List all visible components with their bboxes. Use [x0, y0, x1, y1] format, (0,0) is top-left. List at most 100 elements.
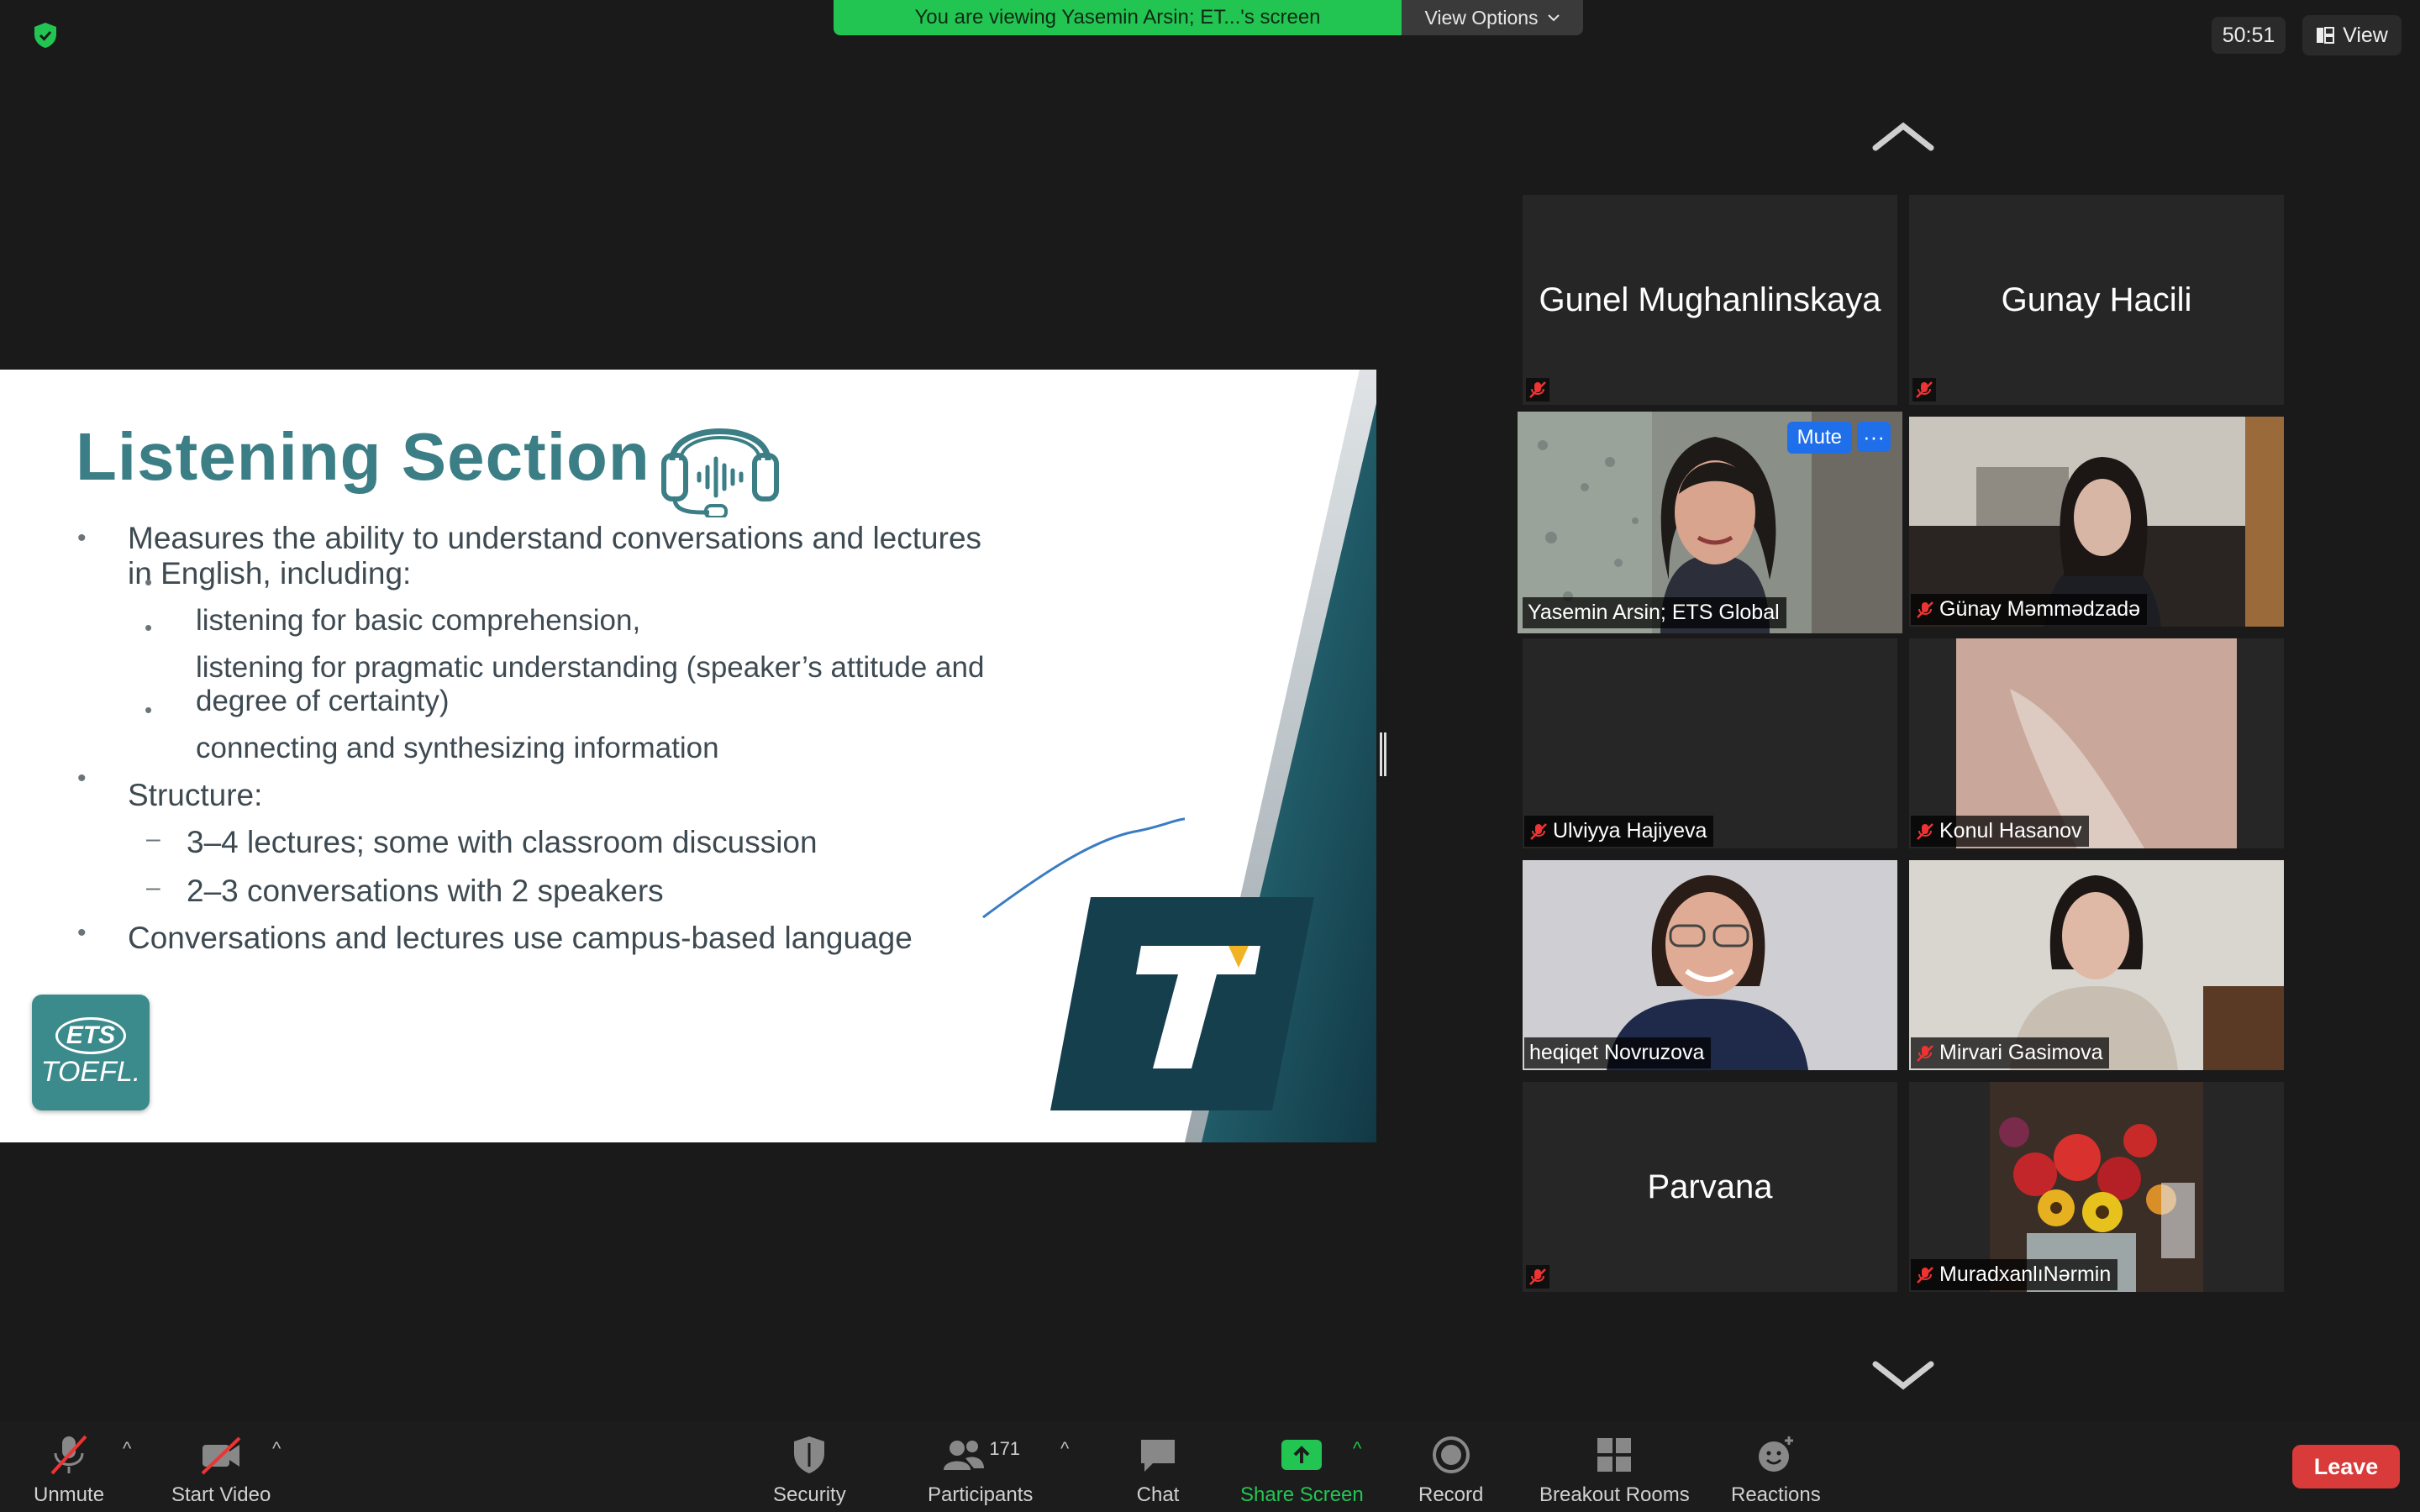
gallery-scroll-down-button[interactable] — [1872, 1359, 1934, 1393]
timer-text: 50:51 — [2222, 23, 2275, 47]
muted-mic-icon — [1917, 1266, 1933, 1284]
participant-label: Yasemin Arsin; ETS Global — [1523, 597, 1786, 628]
bullet-2: Structure: — [128, 778, 263, 812]
sub-bullet-dot: • — [145, 615, 153, 640]
security-label: Security — [773, 1483, 846, 1506]
chat-button[interactable]: Chat — [1134, 1433, 1181, 1507]
participant-name: Gunel Mughanlinskaya — [1539, 281, 1881, 318]
view-options-label: View Options — [1424, 6, 1539, 29]
muted-mic-icon — [50, 1435, 87, 1475]
mute-participant-button[interactable]: Mute — [1786, 422, 1852, 454]
view-options-button[interactable]: View Options — [1402, 0, 1583, 35]
participant-label: MuradxanlıNərmin — [1911, 1259, 2118, 1290]
sub-bullet-2-line-1: listening for pragmatic understanding (s… — [196, 651, 985, 684]
start-video-label: Start Video — [171, 1483, 271, 1506]
participant-label: Günay Məmmədzadə — [1911, 594, 2148, 625]
sub-bullet-2-line-2: degree of certainty) — [196, 685, 450, 717]
breakout-rooms-label: Breakout Rooms — [1539, 1483, 1690, 1506]
ets-logo-text: ETS — [55, 1016, 127, 1054]
video-off-icon — [201, 1436, 241, 1475]
participant-tile[interactable]: Mirvari Gasimova — [1909, 860, 2284, 1070]
breakout-rooms-button[interactable]: Breakout Rooms — [1539, 1433, 1690, 1507]
meeting-toolbar: Unmute ^ Start Video ^ Security 171 Part… — [0, 1421, 2420, 1512]
participant-name: Yasemin Arsin; ETS Global — [1528, 601, 1780, 624]
participant-tile[interactable]: Parvana — [1523, 1082, 1897, 1292]
share-screen-label: Share Screen — [1240, 1483, 1364, 1506]
chevron-down-icon — [1872, 1361, 1934, 1390]
record-icon — [1432, 1436, 1470, 1473]
muted-mic-icon — [1912, 378, 1936, 402]
share-options-caret[interactable]: ^ — [1353, 1438, 1361, 1460]
participant-name: Gunay Hacili — [2001, 281, 2192, 318]
dash-item-1: 3–4 lectures; some with classroom discus… — [187, 825, 818, 859]
participant-tile[interactable]: Günay Məmmədzadə — [1909, 417, 2284, 627]
bullet-dot: • — [77, 919, 87, 947]
toefl-logo-text: TOEFL. — [40, 1055, 141, 1088]
view-button[interactable]: View — [2302, 15, 2402, 55]
share-screen-button[interactable]: Share Screen — [1240, 1433, 1364, 1507]
chevron-down-icon — [1547, 14, 1560, 22]
muted-mic-icon — [1917, 822, 1933, 840]
sub-bullet-3: connecting and synthesizing information — [196, 732, 719, 764]
security-button[interactable]: Security — [773, 1433, 846, 1507]
muted-mic-icon — [1526, 1265, 1549, 1289]
participants-icon-group: 171 — [940, 1433, 1020, 1483]
participant-tile[interactable]: Ulviyya Hajiyeva — [1523, 638, 1897, 848]
more-options-button[interactable]: ··· — [1857, 422, 1891, 452]
sub-bullet-dot: • — [145, 570, 153, 595]
participant-tile[interactable]: MuradxanlıNərmin — [1909, 1082, 2284, 1292]
leave-button[interactable]: Leave — [2292, 1445, 2400, 1488]
participant-name: Günay Məmmədzadə — [1939, 597, 2141, 621]
audio-options-caret[interactable]: ^ — [123, 1438, 131, 1460]
shield-icon — [794, 1436, 825, 1473]
participant-name: MuradxanlıNərmin — [1939, 1263, 2112, 1286]
participants-icon — [944, 1441, 985, 1470]
banner-text: You are viewing Yasemin Arsin; ET...'s s… — [914, 6, 1321, 29]
chat-icon — [1141, 1440, 1175, 1472]
headset-icon — [661, 428, 779, 517]
participant-name: Ulviyya Hajiyeva — [1553, 819, 1707, 843]
muted-mic-icon — [1917, 601, 1933, 618]
reactions-icon — [1759, 1436, 1794, 1472]
participant-name: heqiqet Novruzova — [1529, 1041, 1705, 1064]
participant-label: Ulviyya Hajiyeva — [1524, 816, 1714, 847]
participant-tile[interactable]: heqiqet Novruzova — [1523, 860, 1897, 1070]
active-speaker-tile[interactable]: Mute ··· Yasemin Arsin; ETS Global — [1518, 412, 1902, 633]
record-button[interactable]: Record — [1418, 1433, 1483, 1507]
bullet-dot: • — [77, 764, 87, 792]
participant-name: Konul Hasanov — [1939, 819, 2082, 843]
dash-bullet: – — [146, 825, 160, 853]
dash-item-2: 2–3 conversations with 2 speakers — [187, 874, 664, 908]
screen-share-banner: You are viewing Yasemin Arsin; ET...'s s… — [834, 0, 1402, 35]
toefl-logo: ETS TOEFL. — [32, 995, 150, 1110]
record-label: Record — [1418, 1483, 1484, 1506]
participants-options-caret[interactable]: ^ — [1060, 1438, 1069, 1460]
gallery-scroll-up-button[interactable] — [1872, 119, 1934, 153]
chat-label: Chat — [1136, 1483, 1180, 1506]
participant-name: Mirvari Gasimova — [1939, 1041, 2103, 1064]
shared-screen-slide[interactable]: Listening Section • Measures the ability… — [0, 370, 1376, 1142]
panel-resize-handle[interactable] — [1380, 732, 1386, 776]
breakout-rooms-icon — [1597, 1438, 1632, 1472]
video-options-caret[interactable]: ^ — [272, 1438, 281, 1460]
bullet-1-line-2: in English, including: — [128, 556, 412, 591]
slide-title: Listening Section — [76, 419, 650, 494]
sub-bullet-1: listening for basic comprehension, — [196, 604, 641, 637]
dash-bullet: – — [146, 874, 160, 901]
unmute-label: Unmute — [34, 1483, 105, 1506]
reactions-button[interactable]: Reactions — [1731, 1433, 1821, 1507]
start-video-button[interactable]: Start Video — [171, 1433, 271, 1507]
participant-tile[interactable]: Konul Hasanov — [1909, 638, 2284, 848]
participant-tile[interactable]: Gunel Mughanlinskaya — [1523, 195, 1897, 405]
view-layout-icon — [2317, 27, 2335, 44]
participant-label: heqiqet Novruzova — [1524, 1037, 1712, 1068]
participants-label: Participants — [928, 1483, 1034, 1506]
participants-button[interactable]: 171 Participants — [928, 1433, 1033, 1507]
unmute-button[interactable]: Unmute — [34, 1433, 104, 1507]
participant-name: Parvana — [1647, 1168, 1773, 1205]
participant-label: Konul Hasanov — [1911, 816, 2089, 847]
participant-tile[interactable]: Gunay Hacili — [1909, 195, 2284, 405]
muted-mic-icon — [1917, 1044, 1933, 1062]
encryption-shield-icon[interactable] — [30, 20, 60, 50]
meeting-timer: 50:51 — [2212, 17, 2286, 54]
